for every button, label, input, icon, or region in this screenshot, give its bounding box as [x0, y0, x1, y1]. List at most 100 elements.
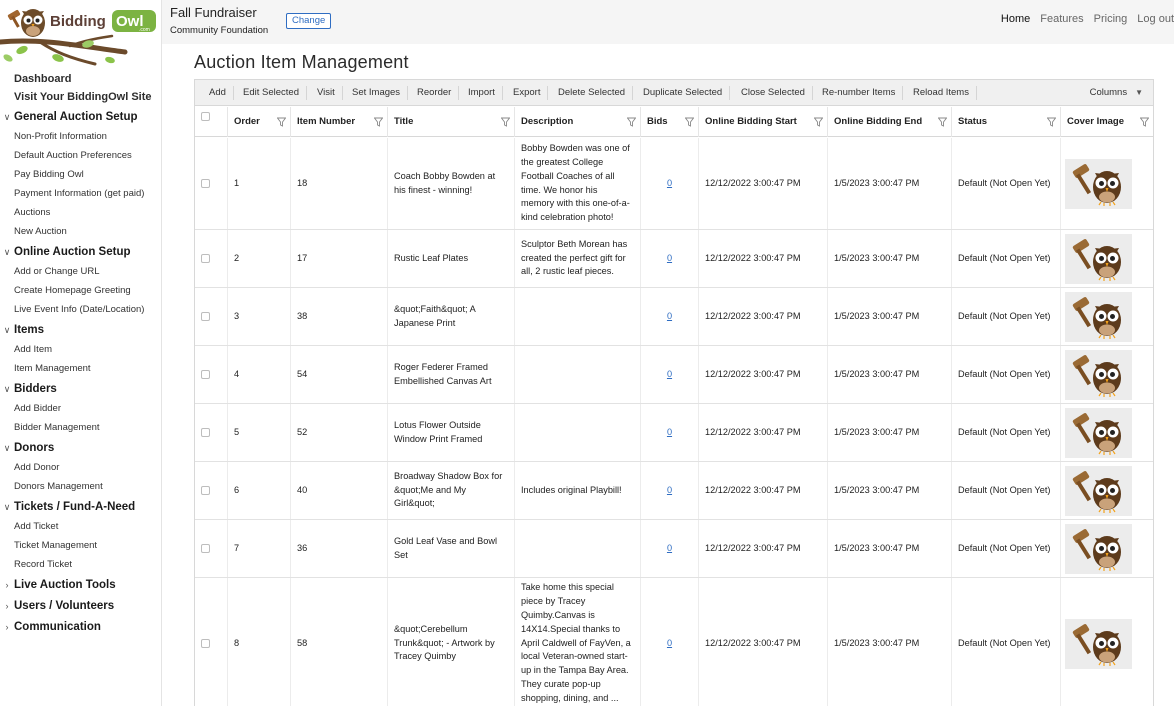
bids-link[interactable]: 0 [667, 177, 672, 191]
cover-image[interactable] [1065, 465, 1132, 516]
sidebar-item-add-or-change-url[interactable]: Add or Change URL [0, 262, 161, 281]
sidebar-section-items[interactable]: ∨ Items [0, 320, 161, 340]
sidebar-item-add-item[interactable]: Add Item [0, 340, 161, 359]
sidebar-section-label: Communication [14, 621, 101, 633]
logo[interactable]: Bidding Owl .com [0, 0, 161, 68]
row-checkbox[interactable] [201, 179, 210, 188]
column-header-online-bidding-end[interactable]: Online Bidding End [827, 107, 951, 137]
bidding-owl-logo: Bidding Owl .com [0, 9, 156, 66]
table-row[interactable]: 3 38 &quot;Faith&quot; A Japanese Print … [195, 288, 1153, 346]
sidebar-item-donors-management[interactable]: Donors Management [0, 477, 161, 496]
cover-image[interactable] [1065, 158, 1132, 209]
row-checkbox[interactable] [201, 639, 210, 648]
cover-image[interactable] [1065, 523, 1132, 574]
table-row[interactable]: 8 58 &quot;Cerebellum Trunk&quot; - Artw… [195, 578, 1153, 706]
row-checkbox[interactable] [201, 486, 210, 495]
table-row[interactable]: 6 40 Broadway Shadow Box for &quot;Me an… [195, 462, 1153, 520]
select-all-cell [195, 107, 225, 137]
delete-selected-button[interactable]: Delete Selected [558, 80, 634, 106]
columns-label: Columns [1089, 87, 1128, 98]
reload-items-button[interactable]: Reload Items [913, 80, 977, 106]
sidebar-item-live-event-info[interactable]: Live Event Info (Date/Location) [0, 300, 161, 319]
duplicate-selected-button[interactable]: Duplicate Selected [643, 80, 731, 106]
sidebar-section-online-auction-setup[interactable]: ∨ Online Auction Setup [0, 242, 161, 262]
sidebar-section-tickets[interactable]: ∨ Tickets / Fund-A-Need [0, 497, 161, 517]
sidebar-item-default-auction-preferences[interactable]: Default Auction Preferences [0, 146, 161, 165]
sidebar-item-bidder-management[interactable]: Bidder Management [0, 418, 161, 437]
add-button[interactable]: Add [209, 80, 234, 106]
table-row[interactable]: 4 54 Roger Federer Framed Embellished Ca… [195, 346, 1153, 404]
cover-image[interactable] [1065, 407, 1132, 458]
sidebar-item-non-profit-information[interactable]: Non-Profit Information [0, 127, 161, 146]
sidebar-link-visit-site[interactable]: Visit Your BiddingOwl Site [0, 88, 161, 106]
status-cell: Default (Not Open Yet) [951, 288, 1060, 345]
sidebar-item-record-ticket[interactable]: Record Ticket [0, 555, 161, 574]
sidebar-section-general-auction-setup[interactable]: ∨ General Auction Setup [0, 107, 161, 127]
sidebar-section-bidders[interactable]: ∨ Bidders [0, 379, 161, 399]
change-event-button[interactable]: Change [286, 13, 332, 29]
bids-link[interactable]: 0 [667, 426, 672, 440]
sidebar-item-payment-information[interactable]: Payment Information (get paid) [0, 184, 161, 203]
select-all-checkbox[interactable] [201, 112, 210, 121]
sidebar-item-create-homepage-greeting[interactable]: Create Homepage Greeting [0, 281, 161, 300]
renumber-items-button[interactable]: Re-number Items [822, 80, 904, 106]
table-row[interactable]: 5 52 Lotus Flower Outside Window Print F… [195, 404, 1153, 462]
sidebar-item-add-ticket[interactable]: Add Ticket [0, 517, 161, 536]
table-row[interactable]: 7 36 Gold Leaf Vase and Bowl Set 0 12/12… [195, 520, 1153, 578]
bids-link[interactable]: 0 [667, 252, 672, 266]
close-selected-button[interactable]: Close Selected [741, 80, 813, 106]
description-cell: Bobby Bowden was one of the greatest Col… [514, 138, 640, 229]
column-header-description[interactable]: Description [514, 107, 640, 137]
bids-link[interactable]: 0 [667, 368, 672, 382]
sidebar-section-users-volunteers[interactable]: › Users / Volunteers [0, 596, 161, 616]
sidebar-section-communication[interactable]: › Communication [0, 617, 161, 637]
table-row[interactable]: 2 17 Rustic Leaf Plates Sculptor Beth Mo… [195, 230, 1153, 288]
column-header-title[interactable]: Title [387, 107, 514, 137]
bids-link[interactable]: 0 [667, 484, 672, 498]
column-header-online-bidding-start[interactable]: Online Bidding Start [698, 107, 827, 137]
sidebar-item-add-bidder[interactable]: Add Bidder [0, 399, 161, 418]
column-header-status[interactable]: Status [951, 107, 1060, 137]
columns-dropdown[interactable]: Columns ▼ [1090, 80, 1143, 106]
cover-image[interactable] [1065, 291, 1132, 342]
sidebar-link-dashboard[interactable]: Dashboard [0, 70, 161, 88]
bids-link[interactable]: 0 [667, 310, 672, 324]
sidebar-item-item-management[interactable]: Item Management [0, 359, 161, 378]
sidebar-section-label: General Auction Setup [14, 111, 138, 123]
table-row[interactable]: 1 18 Coach Bobby Bowden at his finest - … [195, 138, 1153, 230]
nav-features[interactable]: Features [1040, 13, 1083, 25]
sidebar-item-auctions[interactable]: Auctions [0, 203, 161, 222]
set-images-button[interactable]: Set Images [352, 80, 409, 106]
nav-pricing[interactable]: Pricing [1094, 13, 1128, 25]
sidebar-item-add-donor[interactable]: Add Donor [0, 458, 161, 477]
column-header-order[interactable]: Order [227, 107, 290, 137]
cover-image[interactable] [1065, 233, 1132, 284]
export-button[interactable]: Export [513, 80, 550, 106]
sidebar-item-ticket-management[interactable]: Ticket Management [0, 536, 161, 555]
visit-button[interactable]: Visit [317, 80, 343, 106]
row-checkbox[interactable] [201, 544, 210, 553]
nav-home[interactable]: Home [1001, 13, 1030, 25]
import-button[interactable]: Import [468, 80, 503, 106]
sidebar-section-live-auction-tools[interactable]: › Live Auction Tools [0, 575, 161, 595]
row-checkbox[interactable] [201, 428, 210, 437]
sidebar-item-pay-bidding-owl[interactable]: Pay Bidding Owl [0, 165, 161, 184]
description-cell [514, 346, 640, 403]
column-header-bids[interactable]: Bids [640, 107, 698, 137]
top-nav: Home Features Pricing Log out [991, 13, 1174, 25]
row-checkbox[interactable] [201, 254, 210, 263]
bids-link[interactable]: 0 [667, 542, 672, 556]
column-header-item-number[interactable]: Item Number [290, 107, 387, 137]
cover-image[interactable] [1065, 618, 1132, 669]
nav-log-out[interactable]: Log out [1137, 13, 1174, 25]
cover-image-cell [1060, 462, 1153, 519]
sidebar-item-new-auction[interactable]: New Auction [0, 222, 161, 241]
edit-selected-button[interactable]: Edit Selected [243, 80, 307, 106]
column-header-cover-image[interactable]: Cover Image [1060, 107, 1153, 137]
row-checkbox[interactable] [201, 312, 210, 321]
reorder-button[interactable]: Reorder [417, 80, 460, 106]
sidebar-section-donors[interactable]: ∨ Donors [0, 438, 161, 458]
row-checkbox[interactable] [201, 370, 210, 379]
cover-image[interactable] [1065, 349, 1132, 400]
bids-link[interactable]: 0 [667, 637, 672, 651]
